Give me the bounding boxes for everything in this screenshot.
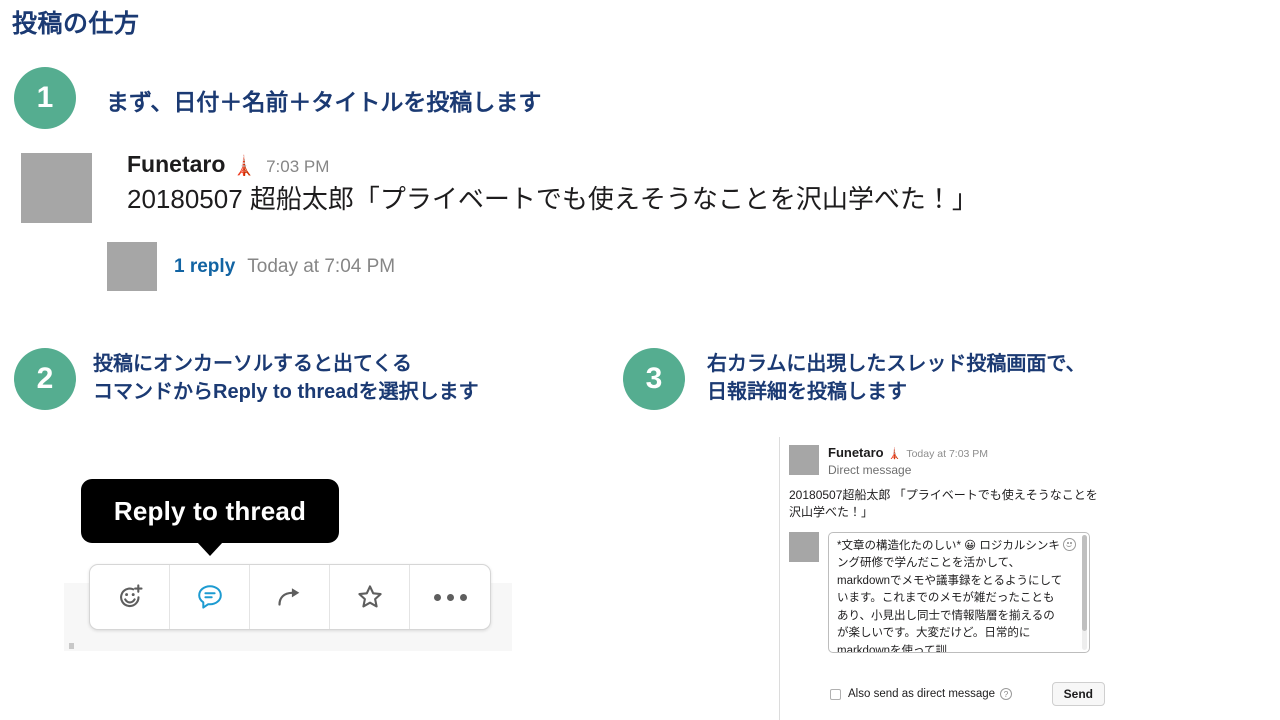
message-header: Funetaro 🗼 7:03 PM	[127, 153, 978, 177]
share-arrow-icon	[273, 580, 307, 614]
thread-comment-icon	[193, 580, 227, 614]
add-reaction-button[interactable]	[90, 565, 170, 629]
thread-message-meta: Funetaro 🗼 Today at 7:03 PM Direct message	[828, 445, 988, 478]
also-send-as-dm-label: Also send as direct message	[848, 688, 996, 700]
compose-scrollbar-thumb[interactable]	[1082, 535, 1087, 631]
thread-compose-row: *文章の構造化たのしい* 😀 ロジカルシンキング研修で学んだことを活かして、ma…	[789, 532, 1090, 653]
ellipsis-icon	[433, 593, 467, 601]
step-3-label: 右カラムに出現したスレッド投稿画面で、 日報詳細を投稿します	[707, 351, 1086, 406]
message-row: Funetaro 🗼 7:03 PM 20180507 超船太郎「プライベートで…	[21, 153, 978, 223]
reply-in-thread-button[interactable]	[170, 565, 250, 629]
tooltip-arrow	[197, 542, 223, 556]
message-body: Funetaro 🗼 7:03 PM 20180507 超船太郎「プライベートで…	[127, 153, 978, 215]
tooltip-label: Reply to thread	[113, 495, 307, 526]
share-message-button[interactable]	[250, 565, 330, 629]
band-marker	[69, 643, 74, 649]
slack-message-screenshot: Funetaro 🗼 7:03 PM 20180507 超船太郎「プライベートで…	[21, 153, 978, 223]
step-2-badge: 2	[14, 348, 76, 410]
thread-participant-avatar	[107, 242, 157, 291]
message-actions-toolbar[interactable]	[89, 564, 491, 630]
message-text: 20180507 超船太郎「プライベートでも使えそうなことを沢山学べた！」	[127, 184, 978, 214]
step-1: 1 まず、日付＋名前＋タイトルを投稿します	[14, 67, 541, 129]
emoji-plus-icon	[113, 580, 147, 614]
reply-to-thread-tooltip: Reply to thread	[81, 479, 339, 556]
star-message-button[interactable]	[330, 565, 410, 629]
tower-emoji-icon: 🗼	[887, 448, 902, 460]
compose-avatar	[789, 532, 819, 562]
thread-quoted-message: 20180507超船太郎 「プライベートでも使えそうなことを沢山学べた！」	[789, 488, 1098, 520]
message-author[interactable]: Funetaro	[127, 153, 225, 176]
step-3-badge: 3	[623, 348, 685, 410]
tower-emoji-icon: 🗼	[232, 156, 257, 177]
step-3-label-line2: 日報詳細を投稿します	[707, 380, 907, 403]
step-3: 3 右カラムに出現したスレッド投稿画面で、 日報詳細を投稿します	[623, 348, 1086, 410]
thread-compose-footer: Also send as direct message ? Send	[830, 682, 1105, 706]
thread-reply-time: Today at 7:04 PM	[247, 255, 396, 277]
avatar	[789, 445, 819, 475]
step-3-label-line1: 右カラムに出現したスレッド投稿画面で、	[707, 353, 1086, 375]
thread-message-header: Funetaro 🗼 Today at 7:03 PM	[828, 445, 988, 462]
step-2: 2 投稿にオンカーソルすると出てくる コマンドからReply to thread…	[14, 348, 479, 410]
step-1-badge: 1	[14, 67, 76, 129]
more-actions-button[interactable]	[410, 565, 490, 629]
page-title: 投稿の仕方	[12, 10, 140, 38]
thread-reply-indicator[interactable]: 1 reply Today at 7:04 PM	[107, 242, 395, 291]
send-button[interactable]: Send	[1051, 682, 1105, 706]
help-icon[interactable]: ?	[1000, 688, 1013, 700]
thread-message-author[interactable]: Funetaro	[828, 445, 884, 460]
also-send-as-dm-control[interactable]: Also send as direct message ?	[830, 688, 1013, 700]
thread-message-subtitle: Direct message	[828, 462, 912, 477]
compose-text-value: *文章の構造化たのしい* 😀 ロジカルシンキング研修で学んだことを活かして、ma…	[837, 540, 1063, 653]
thread-message-timestamp[interactable]: Today at 7:03 PM	[906, 448, 988, 460]
emoji-picker-icon[interactable]	[1063, 538, 1076, 551]
avatar	[21, 153, 92, 223]
thread-reply-count[interactable]: 1 reply	[174, 256, 235, 278]
step-2-label-line2: コマンドからReply to threadを選択します	[93, 380, 479, 403]
thread-root-message: Funetaro 🗼 Today at 7:03 PM Direct message	[789, 445, 988, 478]
star-icon	[353, 580, 387, 614]
also-send-as-dm-checkbox[interactable]	[830, 688, 841, 700]
step-2-label-line1: 投稿にオンカーソルすると出てくる	[93, 353, 412, 375]
thread-compose-textarea[interactable]: *文章の構造化たのしい* 😀 ロジカルシンキング研修で学んだことを活かして、ma…	[828, 532, 1090, 653]
message-timestamp[interactable]: 7:03 PM	[266, 158, 329, 175]
step-2-label: 投稿にオンカーソルすると出てくる コマンドからReply to threadを選…	[93, 351, 479, 406]
step-1-label: まず、日付＋名前＋タイトルを投稿します	[106, 89, 542, 115]
thread-side-panel-screenshot: Funetaro 🗼 Today at 7:03 PM Direct message…	[779, 437, 1119, 720]
